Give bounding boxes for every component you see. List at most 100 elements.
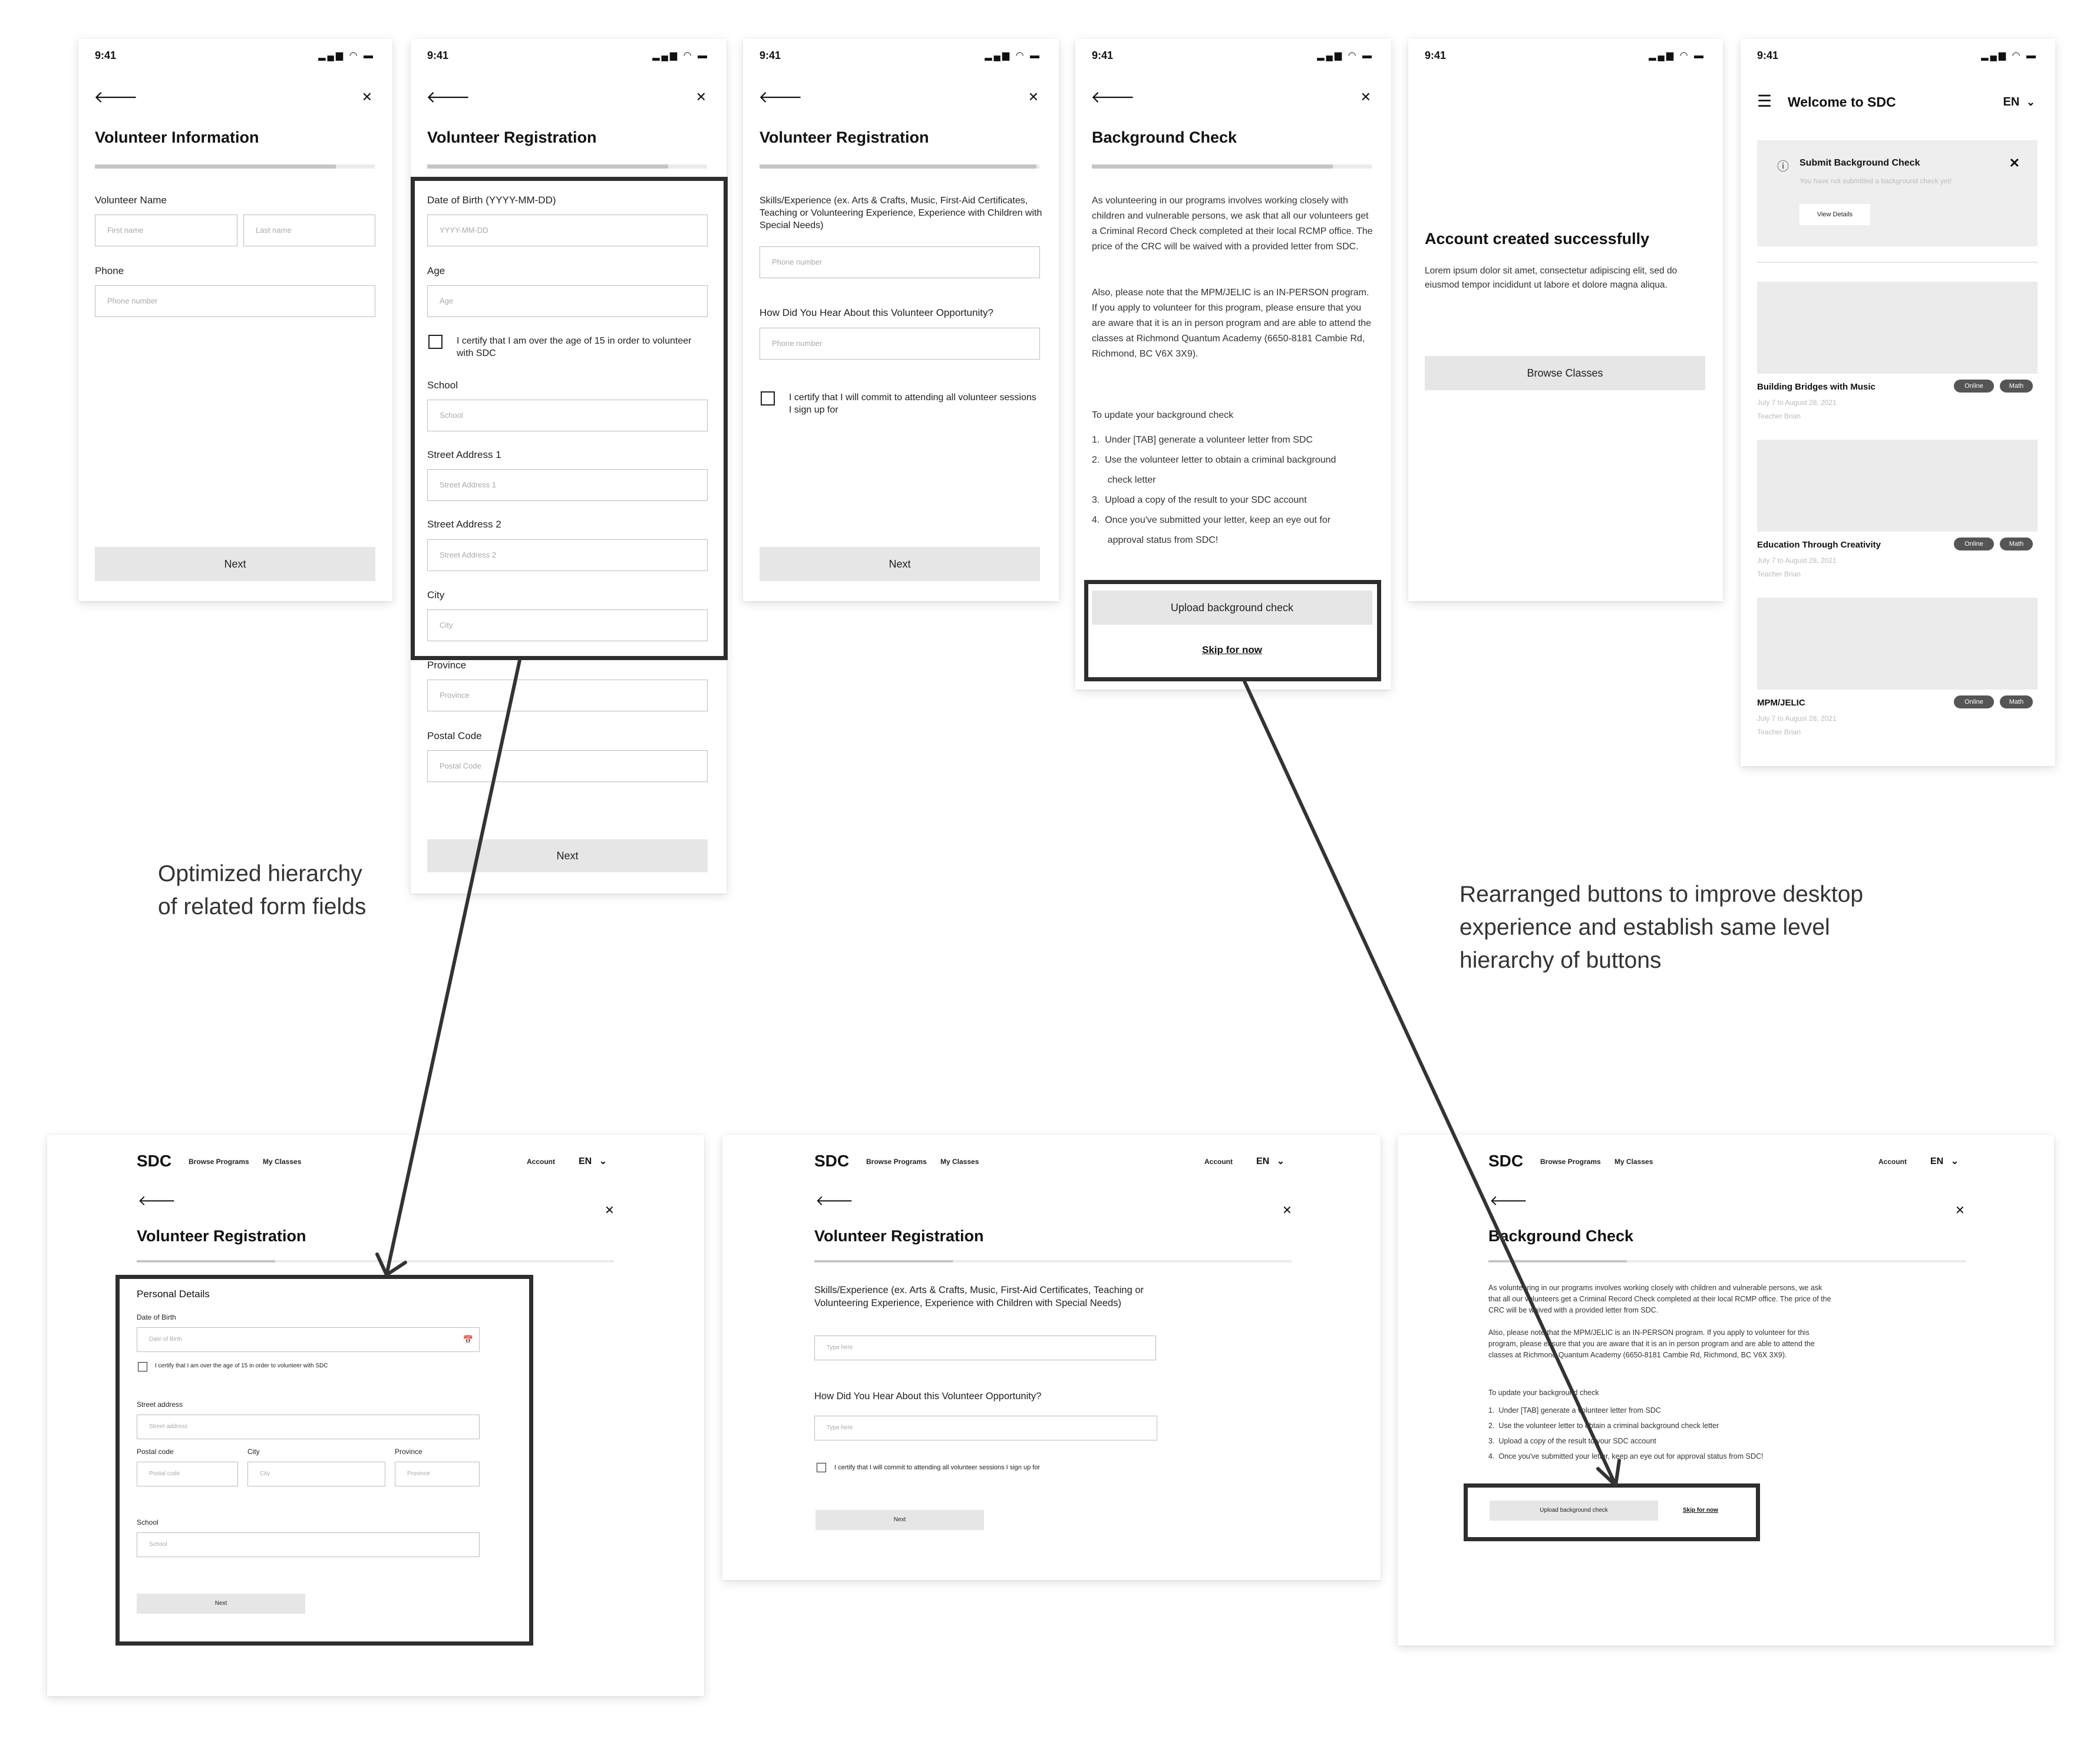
skills-input[interactable]: Phone number bbox=[760, 246, 1040, 278]
province-label: Province bbox=[427, 660, 467, 671]
hamburger-menu-icon[interactable]: ☰ bbox=[1757, 93, 1772, 110]
language-selector[interactable]: EN ⌄ bbox=[579, 1155, 607, 1167]
nav-my-classes[interactable]: My Classes bbox=[263, 1158, 301, 1166]
nav-account[interactable]: Account bbox=[1204, 1158, 1233, 1166]
close-icon[interactable]: ✕ bbox=[1028, 91, 1039, 104]
last-name-input[interactable]: Last name bbox=[243, 215, 375, 246]
back-arrow-icon[interactable]: 🡐 bbox=[1091, 89, 1135, 105]
upload-background-check-button[interactable]: Upload background check bbox=[1490, 1501, 1658, 1521]
language-selector[interactable]: EN ⌄ bbox=[1930, 1155, 1959, 1167]
postal-code-input[interactable]: Postal Code bbox=[427, 750, 708, 782]
back-arrow-icon[interactable]: 🡐 bbox=[815, 1194, 853, 1208]
close-icon[interactable]: ✕ bbox=[1282, 1205, 1292, 1216]
notice-close-icon[interactable]: ✕ bbox=[2009, 156, 2020, 171]
program-card-title[interactable]: Education Through Creativity bbox=[1757, 540, 1881, 550]
nav-account[interactable]: Account bbox=[527, 1158, 555, 1166]
program-card-title[interactable]: Building Bridges with Music bbox=[1757, 382, 1876, 392]
street-address-1-input[interactable]: Street Address 1 bbox=[427, 469, 708, 501]
next-button[interactable]: Next bbox=[815, 1510, 984, 1530]
tag-online: Online bbox=[1954, 380, 1994, 393]
nav-my-classes[interactable]: My Classes bbox=[940, 1158, 979, 1166]
program-card-title[interactable]: MPM/JELIC bbox=[1757, 698, 1805, 708]
postal-code-label: Postal code bbox=[137, 1448, 174, 1456]
commit-checkbox[interactable] bbox=[761, 391, 775, 405]
calendar-icon[interactable]: 📅 bbox=[463, 1328, 473, 1351]
city-input[interactable]: City bbox=[247, 1462, 385, 1486]
chevron-down-icon: ⌄ bbox=[2026, 96, 2035, 108]
desktop-personal-details-screen: SDC Browse Programs My Classes Account E… bbox=[47, 1135, 704, 1696]
volunteer-name-label: Volunteer Name bbox=[95, 194, 167, 206]
brand-logo[interactable]: SDC bbox=[137, 1152, 171, 1171]
background-para-2: Also, please note that the MPM/JELIC is … bbox=[1488, 1328, 1815, 1359]
back-arrow-icon[interactable]: 🡐 bbox=[758, 89, 803, 105]
step-item: 4. Once you've submitted your letter, ke… bbox=[1488, 1452, 1764, 1460]
back-arrow-icon[interactable]: 🡐 bbox=[426, 89, 470, 105]
nav-browse-programs[interactable]: Browse Programs bbox=[866, 1158, 927, 1166]
school-input[interactable]: School bbox=[427, 400, 708, 431]
mobile-volunteer-information-screen: 9:41 ▂▄▆ ◠ ▬ 🡐 ✕ Volunteer Information V… bbox=[78, 39, 392, 601]
language-label: EN bbox=[1256, 1156, 1270, 1166]
brand-logo[interactable]: SDC bbox=[814, 1152, 849, 1171]
back-arrow-icon[interactable]: 🡐 bbox=[138, 1194, 176, 1208]
status-icons: ▂▄▆ ◠ ▬ bbox=[1981, 51, 2038, 61]
browse-classes-button[interactable]: Browse Classes bbox=[1425, 356, 1705, 390]
background-para-1: As volunteering in our programs involves… bbox=[1092, 196, 1373, 252]
hear-about-input[interactable]: Phone number bbox=[760, 328, 1040, 360]
dob-input[interactable]: YYYY-MM-DD bbox=[427, 215, 708, 246]
street-address-2-input[interactable]: Street Address 2 bbox=[427, 539, 708, 571]
skip-for-now-link[interactable]: Skip for now bbox=[1683, 1507, 1718, 1514]
nav-browse-programs[interactable]: Browse Programs bbox=[1540, 1158, 1601, 1166]
program-card-image[interactable] bbox=[1757, 598, 2038, 690]
close-icon[interactable]: ✕ bbox=[1955, 1205, 1965, 1216]
back-arrow-icon[interactable]: 🡐 bbox=[1490, 1194, 1527, 1208]
language-selector[interactable]: EN ⌄ bbox=[2003, 95, 2035, 109]
skip-for-now-link[interactable]: Skip for now bbox=[1092, 644, 1372, 656]
close-icon[interactable]: ✕ bbox=[1361, 91, 1371, 104]
steps-title: To update your background check bbox=[1092, 410, 1234, 420]
first-name-input[interactable]: First name bbox=[95, 215, 237, 246]
mobile-welcome-screen: 9:41 ▂▄▆ ◠ ▬ ☰ Welcome to SDC EN ⌄ ⓘ Sub… bbox=[1741, 39, 2055, 766]
language-selector[interactable]: EN ⌄ bbox=[1256, 1155, 1285, 1167]
close-icon[interactable]: ✕ bbox=[362, 91, 372, 104]
nav-account[interactable]: Account bbox=[1878, 1158, 1907, 1166]
nav-browse-programs[interactable]: Browse Programs bbox=[189, 1158, 249, 1166]
next-button[interactable]: Next bbox=[95, 547, 375, 581]
back-arrow-icon[interactable]: 🡐 bbox=[94, 89, 138, 105]
next-button[interactable]: Next bbox=[760, 547, 1040, 581]
program-card-image[interactable] bbox=[1757, 282, 2038, 374]
phone-input[interactable]: Phone number bbox=[95, 285, 375, 317]
age-certify-checkbox[interactable] bbox=[138, 1362, 147, 1371]
province-input[interactable]: Province bbox=[427, 680, 708, 711]
brand-logo[interactable]: SDC bbox=[1488, 1152, 1523, 1171]
dob-input[interactable]: Date of Birth 📅 bbox=[137, 1327, 480, 1352]
skills-label: Skills/Experience (ex. Arts & Crafts, Mu… bbox=[814, 1285, 1144, 1308]
program-card-teacher: Teacher Brian bbox=[1757, 728, 1801, 736]
program-card-image[interactable] bbox=[1757, 440, 2038, 532]
commit-label: I certify that I will commit to attendin… bbox=[789, 393, 1036, 415]
hear-about-input[interactable]: Type here bbox=[814, 1416, 1157, 1440]
age-input[interactable]: Age bbox=[427, 285, 708, 317]
upload-background-check-button[interactable]: Upload background check bbox=[1092, 591, 1372, 625]
commit-checkbox[interactable] bbox=[817, 1463, 826, 1472]
status-time: 9:41 bbox=[95, 50, 117, 61]
program-card-teacher: Teacher Brian bbox=[1757, 412, 1801, 420]
close-icon[interactable]: ✕ bbox=[696, 91, 706, 104]
mobile-skills-screen: 9:41 ▂▄▆ ◠ ▬ 🡐 ✕ Volunteer Registration … bbox=[743, 39, 1059, 601]
province-input[interactable]: Province bbox=[395, 1462, 480, 1486]
view-details-button[interactable]: View Details bbox=[1799, 204, 1870, 225]
nav-my-classes[interactable]: My Classes bbox=[1614, 1158, 1653, 1166]
step-item: check letter bbox=[1092, 475, 1156, 485]
city-input[interactable]: City bbox=[427, 609, 708, 641]
skills-input[interactable]: Type here bbox=[814, 1336, 1156, 1360]
divider bbox=[1757, 262, 2038, 263]
next-button[interactable]: Next bbox=[427, 839, 708, 872]
next-button[interactable]: Next bbox=[137, 1594, 305, 1614]
postal-code-input[interactable]: Postal code bbox=[137, 1462, 238, 1486]
age-certify-checkbox[interactable] bbox=[428, 335, 443, 349]
language-label: EN bbox=[1930, 1156, 1944, 1166]
mobile-account-created-screen: 9:41 ▂▄▆ ◠ ▬ Account created successfull… bbox=[1408, 39, 1723, 601]
close-icon[interactable]: ✕ bbox=[605, 1205, 615, 1216]
notice-subtitle: You have not submitted a background chec… bbox=[1799, 177, 1952, 185]
street-address-input[interactable]: Street address bbox=[137, 1415, 480, 1439]
school-input[interactable]: School bbox=[137, 1532, 480, 1557]
